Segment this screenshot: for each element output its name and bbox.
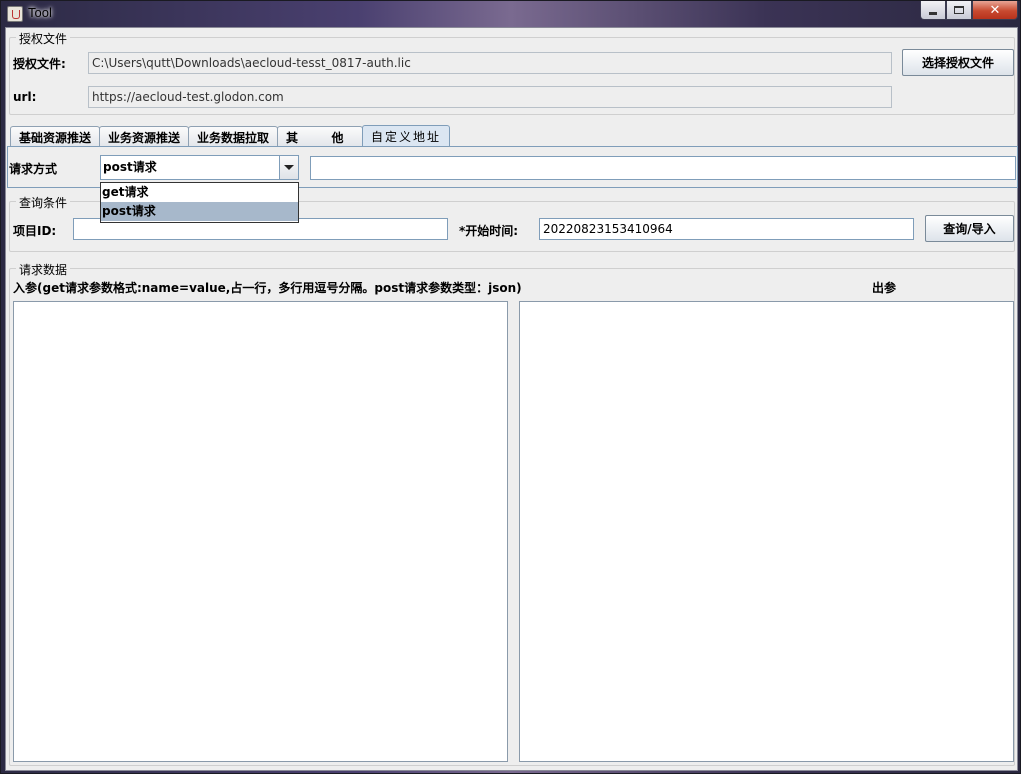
tab-other[interactable]: 其 他: [277, 126, 364, 147]
window-title: Tool: [28, 5, 52, 20]
close-button[interactable]: ✕: [972, 1, 1018, 20]
select-license-button[interactable]: 选择授权文件: [902, 49, 1014, 76]
request-method-label: 请求方式: [9, 162, 58, 176]
minimize-icon: [929, 11, 937, 15]
tab-custom-address[interactable]: 自定义地址: [362, 125, 451, 147]
license-file-field[interactable]: C:\Users\qutt\Downloads\aecloud-tesst_08…: [88, 52, 892, 74]
input-params-label: 入参(get请求参数格式:name=value,占一行，多行用逗号分隔。post…: [13, 281, 522, 295]
maximize-icon: [954, 6, 964, 14]
query-group-title: 查询条件: [16, 194, 71, 211]
tab-strip: 基础资源推送 业务资源推送 业务数据拉取 其 他 自定义地址: [10, 125, 451, 147]
url-field[interactable]: https://aecloud-test.glodon.com: [88, 86, 892, 108]
start-time-label: *开始时间:: [459, 224, 519, 238]
url-label: url:: [13, 90, 37, 104]
app-window: Tool ✕ 授权文件 授权文件: C:\Users\qutt\Download…: [0, 0, 1021, 774]
minimize-button[interactable]: [920, 1, 946, 20]
start-time-input[interactable]: 20220823153410964: [539, 218, 914, 240]
output-params-label: 出参: [872, 281, 897, 295]
close-icon: ✕: [989, 2, 1001, 18]
query-import-button[interactable]: 查询/导入: [925, 215, 1014, 242]
project-id-label: 项目ID:: [13, 224, 57, 238]
tab-business-resource-push[interactable]: 业务资源推送: [99, 126, 190, 147]
client-area: 授权文件 授权文件: C:\Users\qutt\Downloads\aeclo…: [5, 27, 1018, 771]
request-method-combo[interactable]: post请求: [100, 155, 299, 180]
input-params-textarea[interactable]: [13, 301, 508, 762]
window-controls: ✕: [920, 1, 1018, 20]
output-params-textarea[interactable]: [519, 301, 1014, 762]
chevron-down-icon[interactable]: [279, 156, 298, 179]
dropdown-option-post[interactable]: post请求: [101, 202, 298, 221]
license-group-title: 授权文件: [16, 30, 71, 47]
java-icon: [7, 6, 23, 22]
title-bar[interactable]: Tool ✕: [1, 1, 1021, 27]
license-file-label: 授权文件:: [13, 57, 66, 71]
request-method-dropdown: get请求 post请求: [100, 182, 299, 223]
tab-basic-resource-push[interactable]: 基础资源推送: [10, 126, 101, 147]
request-method-value: post请求: [103, 160, 157, 174]
request-url-input[interactable]: [310, 156, 1016, 180]
request-data-group-title: 请求数据: [16, 261, 71, 278]
maximize-button[interactable]: [946, 1, 972, 20]
dropdown-option-get[interactable]: get请求: [101, 183, 298, 202]
tab-business-data-pull[interactable]: 业务数据拉取: [188, 126, 279, 147]
